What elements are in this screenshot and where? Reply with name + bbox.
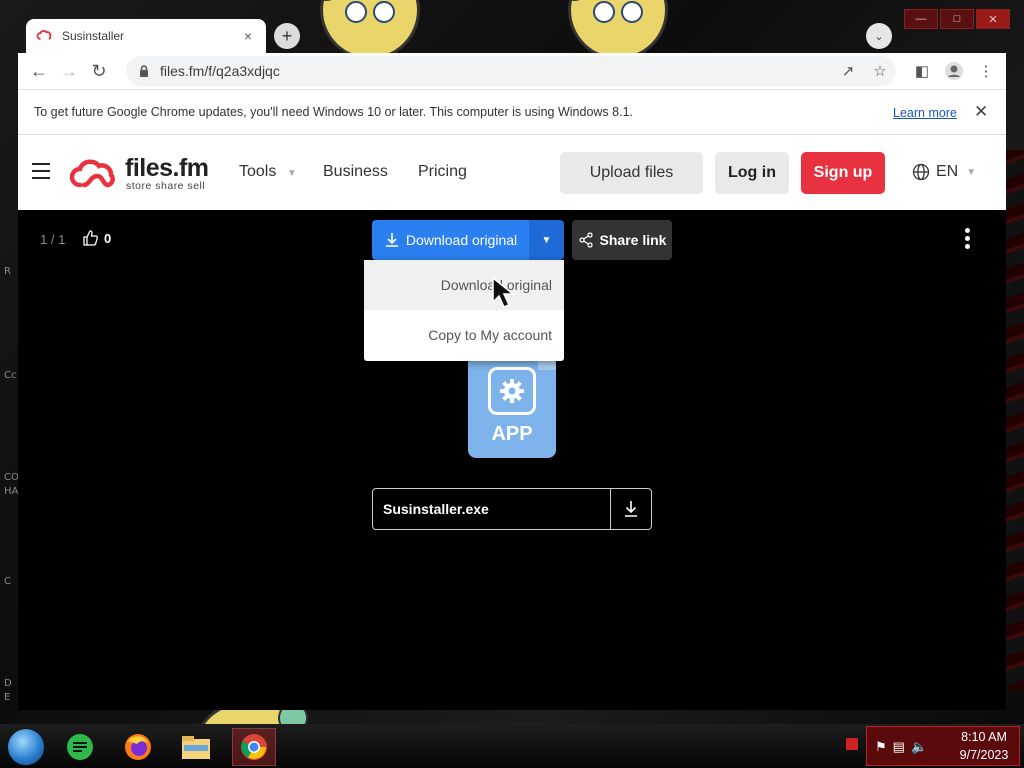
desktop-icon-label: C: [4, 576, 11, 587]
file-download-button[interactable]: [610, 489, 651, 529]
app-file-icon: APP: [468, 360, 556, 458]
share-page-icon[interactable]: ↗: [832, 62, 864, 80]
start-button[interactable]: [7, 728, 45, 766]
side-panel-icon[interactable]: ◧: [906, 56, 938, 86]
app-label: APP: [491, 423, 533, 445]
tab-title: Susinstaller: [62, 29, 125, 43]
logo-tagline: store share sell: [126, 180, 206, 192]
back-icon[interactable]: ←: [24, 56, 54, 86]
share-icon: [578, 232, 593, 248]
file-viewer: 1 / 1 0 Download original ▼ Share link A…: [18, 210, 1006, 710]
mouse-pointer-icon: [492, 276, 516, 308]
firefox-icon: [125, 734, 151, 760]
download-dropdown-toggle[interactable]: ▼: [529, 220, 564, 260]
menu-item-download-original[interactable]: Download original: [364, 260, 564, 310]
reload-icon[interactable]: ↻: [84, 56, 114, 86]
profile-avatar-icon[interactable]: [938, 56, 970, 86]
learn-more-link[interactable]: Learn more: [893, 106, 957, 120]
desktop-icon-label: HA: [4, 486, 19, 497]
language-label: EN: [936, 163, 959, 180]
more-options-icon[interactable]: [962, 228, 972, 252]
filename: Susinstaller.exe: [383, 501, 489, 517]
menu-item-copy-to-account[interactable]: Copy to My account: [364, 310, 564, 360]
files-fm-logo-icon[interactable]: [70, 155, 120, 191]
login-button[interactable]: Log in: [715, 152, 789, 194]
tray-icons: ⚑ ▤ 🔈: [875, 739, 927, 755]
download-original-button[interactable]: Download original: [372, 220, 529, 260]
like-button[interactable]: 0: [82, 230, 111, 246]
bookmark-star-icon[interactable]: ☆: [864, 62, 896, 80]
filename-box: Susinstaller.exe: [372, 488, 652, 530]
new-tab-button[interactable]: +: [274, 23, 300, 49]
like-count: 0: [104, 230, 112, 246]
volume-icon[interactable]: 🔈: [911, 739, 927, 755]
taskbar: ⚑ ▤ 🔈 8:10 AM 9/7/2023: [0, 724, 1024, 768]
menu-kebab-icon[interactable]: ⋮: [970, 56, 1002, 86]
browser-toolbar: ← → ↻ files.fm/f/q2a3xdjqc ↗ ☆ ◧ ⋮: [18, 53, 1006, 89]
taskbar-file-explorer[interactable]: [174, 728, 218, 766]
file-fold: [538, 360, 556, 370]
notes-app-icon: [67, 734, 93, 760]
chrome-icon: [241, 734, 267, 760]
globe-icon: [912, 163, 930, 181]
file-counter: 1 / 1: [40, 232, 66, 247]
folder-icon: [182, 736, 210, 759]
nav-tools-label: Tools: [239, 163, 277, 180]
tab-susinstaller[interactable]: Susinstaller ×: [26, 19, 266, 53]
lock-icon: [140, 65, 148, 77]
download-original-label: Download original: [405, 232, 518, 248]
taskbar-chrome[interactable]: [232, 728, 276, 766]
action-center-flag-icon[interactable]: ⚑: [875, 739, 887, 755]
chevron-down-icon: ▼: [966, 166, 977, 178]
taskbar-notes-app[interactable]: [58, 728, 102, 766]
taskbar-firefox[interactable]: [116, 728, 160, 766]
gear-icon: [488, 367, 536, 415]
download-icon: [625, 501, 637, 517]
nav-pricing[interactable]: Pricing: [418, 163, 467, 181]
tab-strip: Susinstaller × + ⌄: [18, 0, 1006, 53]
browser-window: Susinstaller × + ⌄ ← → ↻ files.fm/f/q2a3…: [18, 0, 1006, 710]
network-icon[interactable]: ▤: [893, 739, 905, 755]
logo-name[interactable]: files.fm: [125, 154, 209, 183]
desktop-icon-label: D: [4, 678, 12, 689]
share-link-label: Share link: [599, 232, 667, 248]
language-selector[interactable]: EN ▼: [912, 163, 976, 181]
toolbar-right: ◧ ⋮: [906, 56, 1002, 86]
desktop-stripes: [1006, 150, 1024, 690]
download-icon: [385, 233, 398, 247]
signup-button[interactable]: Sign up: [801, 152, 885, 194]
desktop-icon-label: CO: [4, 472, 19, 483]
system-tray: ⚑ ▤ 🔈 8:10 AM 9/7/2023: [866, 726, 1020, 766]
upload-files-button[interactable]: Upload files: [560, 152, 703, 194]
clock-date[interactable]: 9/7/2023: [949, 748, 1019, 762]
show-hidden-icons[interactable]: [846, 738, 858, 750]
clock-time[interactable]: 8:10 AM: [949, 730, 1019, 744]
download-dropdown-menu: Download original Copy to My account: [364, 260, 564, 361]
tab-search-icon[interactable]: ⌄: [866, 23, 892, 49]
infobar-close-icon[interactable]: ✕: [974, 102, 988, 122]
forward-icon[interactable]: →: [54, 56, 84, 86]
chevron-down-icon: ▼: [286, 168, 297, 179]
chrome-update-infobar: To get future Google Chrome updates, you…: [18, 89, 1006, 135]
address-bar[interactable]: files.fm/f/q2a3xdjqc ↗ ☆: [126, 56, 896, 86]
desktop-icon-label: E: [4, 692, 11, 703]
hamburger-menu-icon[interactable]: [32, 163, 50, 179]
share-link-button[interactable]: Share link: [572, 220, 672, 260]
desktop-icon-label: R: [4, 266, 11, 277]
nav-tools[interactable]: Tools ▼: [239, 163, 297, 181]
nav-business[interactable]: Business: [323, 163, 388, 181]
thumbs-up-icon: [83, 230, 98, 246]
site-header: files.fm store share sell Tools ▼ Busine…: [18, 135, 1006, 210]
infobar-message: To get future Google Chrome updates, you…: [34, 105, 633, 119]
tab-close-icon[interactable]: ×: [240, 28, 256, 44]
files-fm-favicon-icon: [36, 29, 52, 40]
url-text: files.fm/f/q2a3xdjqc: [160, 63, 280, 79]
desktop-icon-label: Cc: [4, 370, 17, 381]
